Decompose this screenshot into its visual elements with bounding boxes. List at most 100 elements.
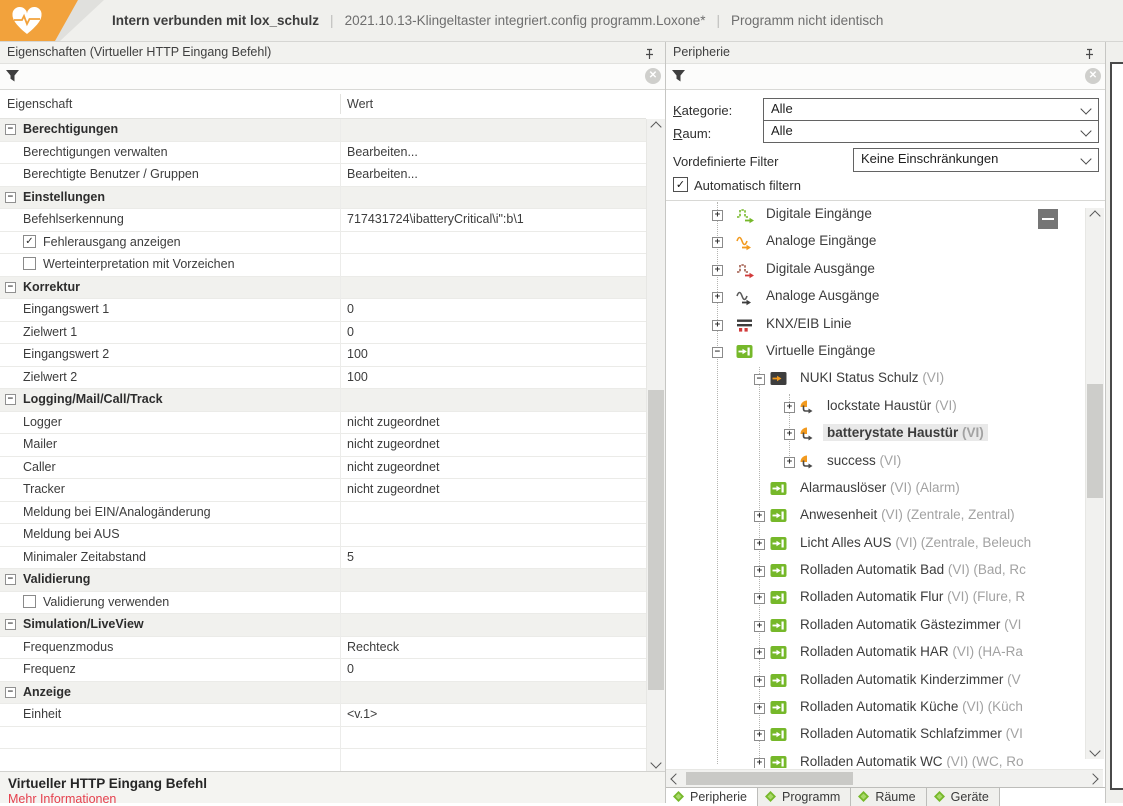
tree-item-label[interactable]: batterystate Haustür (VI)	[823, 424, 988, 441]
property-row[interactable]: Berechtigte Benutzer / GruppenBearbeiten…	[0, 164, 646, 187]
property-value[interactable]: Bearbeiten...	[347, 167, 418, 181]
tree-expander-plus-icon[interactable]: +	[712, 237, 723, 248]
tree-horizontal-scrollbar[interactable]	[666, 769, 1103, 787]
property-group-row[interactable]: −Simulation/LiveView	[0, 614, 646, 637]
tree-item-label[interactable]: Rolladen Automatik WC (VI) (WC, Ro	[796, 753, 1028, 768]
tree-item-label[interactable]: Rolladen Automatik Gästezimmer (VI	[796, 616, 1025, 633]
property-row[interactable]: Trackernicht zugeordnet	[0, 479, 646, 502]
column-header-eigenschaft[interactable]: Eigenschaft	[7, 97, 72, 111]
collapse-group-icon[interactable]: −	[5, 192, 16, 203]
tree-expander-plus-icon[interactable]: +	[754, 676, 765, 687]
tree-item-label[interactable]: Licht Alles AUS (VI) (Zentrale, Beleuch	[796, 534, 1035, 551]
scroll-up-icon[interactable]	[1089, 210, 1100, 221]
tree-expander-plus-icon[interactable]: +	[754, 539, 765, 550]
scrollbar-thumb[interactable]	[1087, 384, 1103, 498]
tree-item-label[interactable]: Rolladen Automatik Bad (VI) (Bad, Rc	[796, 561, 1030, 578]
property-row[interactable]: Validierung verwenden	[0, 592, 646, 615]
tree-item[interactable]: +Analoge Ausgänge	[666, 284, 1080, 311]
collapse-group-icon[interactable]: −	[5, 574, 16, 585]
tree-item[interactable]: + batterystate Haustür (VI)	[666, 421, 1080, 448]
property-group-row[interactable]: −Validierung	[0, 569, 646, 592]
tab-ger-te[interactable]: Geräte	[927, 788, 1000, 806]
tree-item-label[interactable]: success (VI)	[823, 452, 905, 469]
tree-expander-plus-icon[interactable]: +	[754, 703, 765, 714]
property-row[interactable]: Meldung bei EIN/Analogänderung	[0, 502, 646, 525]
property-row[interactable]: Mailernicht zugeordnet	[0, 434, 646, 457]
property-group-row[interactable]: −Anzeige	[0, 682, 646, 705]
tree-expander-plus-icon[interactable]: +	[712, 265, 723, 276]
tree-item[interactable]: + Analoge Eingänge	[666, 229, 1080, 256]
tree-item[interactable]: +Rolladen Automatik HAR (VI) (HA-Ra	[666, 640, 1080, 667]
raum-select[interactable]: Alle	[763, 120, 1099, 143]
periphery-filter-input[interactable]	[692, 66, 1079, 87]
tree-item[interactable]: + Rolladen Automatik Gästezimmer (VI	[666, 613, 1080, 640]
property-row[interactable]: Loggernicht zugeordnet	[0, 412, 646, 435]
property-row[interactable]: Eingangswert 10	[0, 299, 646, 322]
property-value[interactable]: 100	[347, 370, 368, 384]
tree-expander-plus-icon[interactable]: +	[754, 566, 765, 577]
tree-item[interactable]: +lockstate Haustür (VI)	[666, 394, 1080, 421]
tree-expander-plus-icon[interactable]: +	[784, 429, 795, 440]
property-value[interactable]: nicht zugeordnet	[347, 482, 439, 496]
property-row[interactable]: Berechtigungen verwaltenBearbeiten...	[0, 142, 646, 165]
collapse-group-icon[interactable]: −	[5, 619, 16, 630]
tree-expander-minus-icon[interactable]: −	[712, 347, 723, 358]
properties-vertical-scrollbar[interactable]	[646, 119, 665, 771]
scrollbar-thumb[interactable]	[686, 772, 853, 785]
tree-item[interactable]: +Rolladen Automatik Flur (VI) (Flure, R	[666, 585, 1080, 612]
property-row[interactable]: Werteinterpretation mit Vorzeichen	[0, 254, 646, 277]
tree-item-label[interactable]: Rolladen Automatik Flur (VI) (Flure, R	[796, 588, 1029, 605]
tab-r-ume[interactable]: Räume	[851, 788, 926, 806]
property-row[interactable]: Einheit<v.1>	[0, 704, 646, 727]
tree-item-label[interactable]: Digitale Eingänge	[762, 205, 876, 222]
tab-programm[interactable]: Programm	[758, 788, 851, 806]
property-row[interactable]: Frequenz0	[0, 659, 646, 682]
tree-item-label[interactable]: Anwesenheit (VI) (Zentrale, Zentral)	[796, 506, 1019, 523]
more-information-link[interactable]: Mehr Informationen	[8, 792, 665, 806]
property-value[interactable]: 100	[347, 347, 368, 361]
tree-item[interactable]: +Anwesenheit (VI) (Zentrale, Zentral)	[666, 503, 1080, 530]
tree-item-label[interactable]: Digitale Ausgänge	[762, 260, 879, 277]
property-row[interactable]: Minimaler Zeitabstand5	[0, 547, 646, 570]
collapse-group-icon[interactable]: −	[5, 394, 16, 405]
property-value[interactable]: Bearbeiten...	[347, 145, 418, 159]
property-row[interactable]: FrequenzmodusRechteck	[0, 637, 646, 660]
property-checkbox[interactable]	[23, 257, 36, 270]
property-value[interactable]: nicht zugeordnet	[347, 415, 439, 429]
tree-item[interactable]: + Rolladen Automatik Küche (VI) (Küch	[666, 695, 1080, 722]
tree-item[interactable]: +success (VI)	[666, 449, 1080, 476]
tree-item-label[interactable]: Analoge Ausgänge	[762, 287, 883, 304]
tree-item-label[interactable]: Rolladen Automatik Küche (VI) (Küch	[796, 698, 1027, 715]
property-value[interactable]: 0	[347, 302, 354, 316]
tree-item-label[interactable]: Rolladen Automatik Schlafzimmer (VI	[796, 725, 1027, 742]
tree-item-label[interactable]: Analoge Eingänge	[762, 232, 880, 249]
tree-expander-plus-icon[interactable]: +	[754, 621, 765, 632]
property-value[interactable]: nicht zugeordnet	[347, 437, 439, 451]
property-row[interactable]	[0, 727, 646, 750]
tree-item-label[interactable]: Rolladen Automatik Kinderzimmer (V	[796, 671, 1025, 688]
auto-filter-checkbox[interactable]: ✓	[673, 177, 688, 192]
tree-item[interactable]: + Licht Alles AUS (VI) (Zentrale, Beleuch	[666, 531, 1080, 558]
tree-expander-plus-icon[interactable]: +	[784, 402, 795, 413]
tree-item[interactable]: + Rolladen Automatik Bad (VI) (Bad, Rc	[666, 558, 1080, 585]
scroll-right-icon[interactable]	[1087, 773, 1098, 784]
property-row[interactable]: Befehlserkennung717431724\ibatteryCritic…	[0, 209, 646, 232]
tree-item[interactable]: −NUKI Status Schulz (VI)	[666, 366, 1080, 393]
column-header-wert[interactable]: Wert	[347, 97, 373, 111]
property-value[interactable]: 5	[347, 550, 354, 564]
tree-item-label[interactable]: KNX/EIB Linie	[762, 315, 856, 332]
kategorie-select[interactable]: Alle	[763, 98, 1099, 121]
vordefinierte-filter-select[interactable]: Keine Einschränkungen	[853, 148, 1099, 172]
property-row[interactable]: Eingangswert 2100	[0, 344, 646, 367]
tree-vertical-scrollbar[interactable]	[1085, 208, 1104, 759]
column-divider[interactable]	[340, 94, 341, 114]
property-row[interactable]: Callernicht zugeordnet	[0, 457, 646, 480]
tree-expander-plus-icon[interactable]: +	[712, 210, 723, 221]
property-row[interactable]: ✓Fehlerausgang anzeigen	[0, 232, 646, 255]
clear-filter-icon[interactable]: ✕	[645, 68, 661, 84]
property-value[interactable]: 717431724\ibatteryCritical\i":b\1	[347, 212, 524, 226]
collapse-group-icon[interactable]: −	[5, 124, 16, 135]
tree-expander-plus-icon[interactable]: +	[754, 730, 765, 741]
tree-item[interactable]: Alarmauslöser (VI) (Alarm)	[666, 476, 1080, 503]
property-row[interactable]: Zielwert 2100	[0, 367, 646, 390]
